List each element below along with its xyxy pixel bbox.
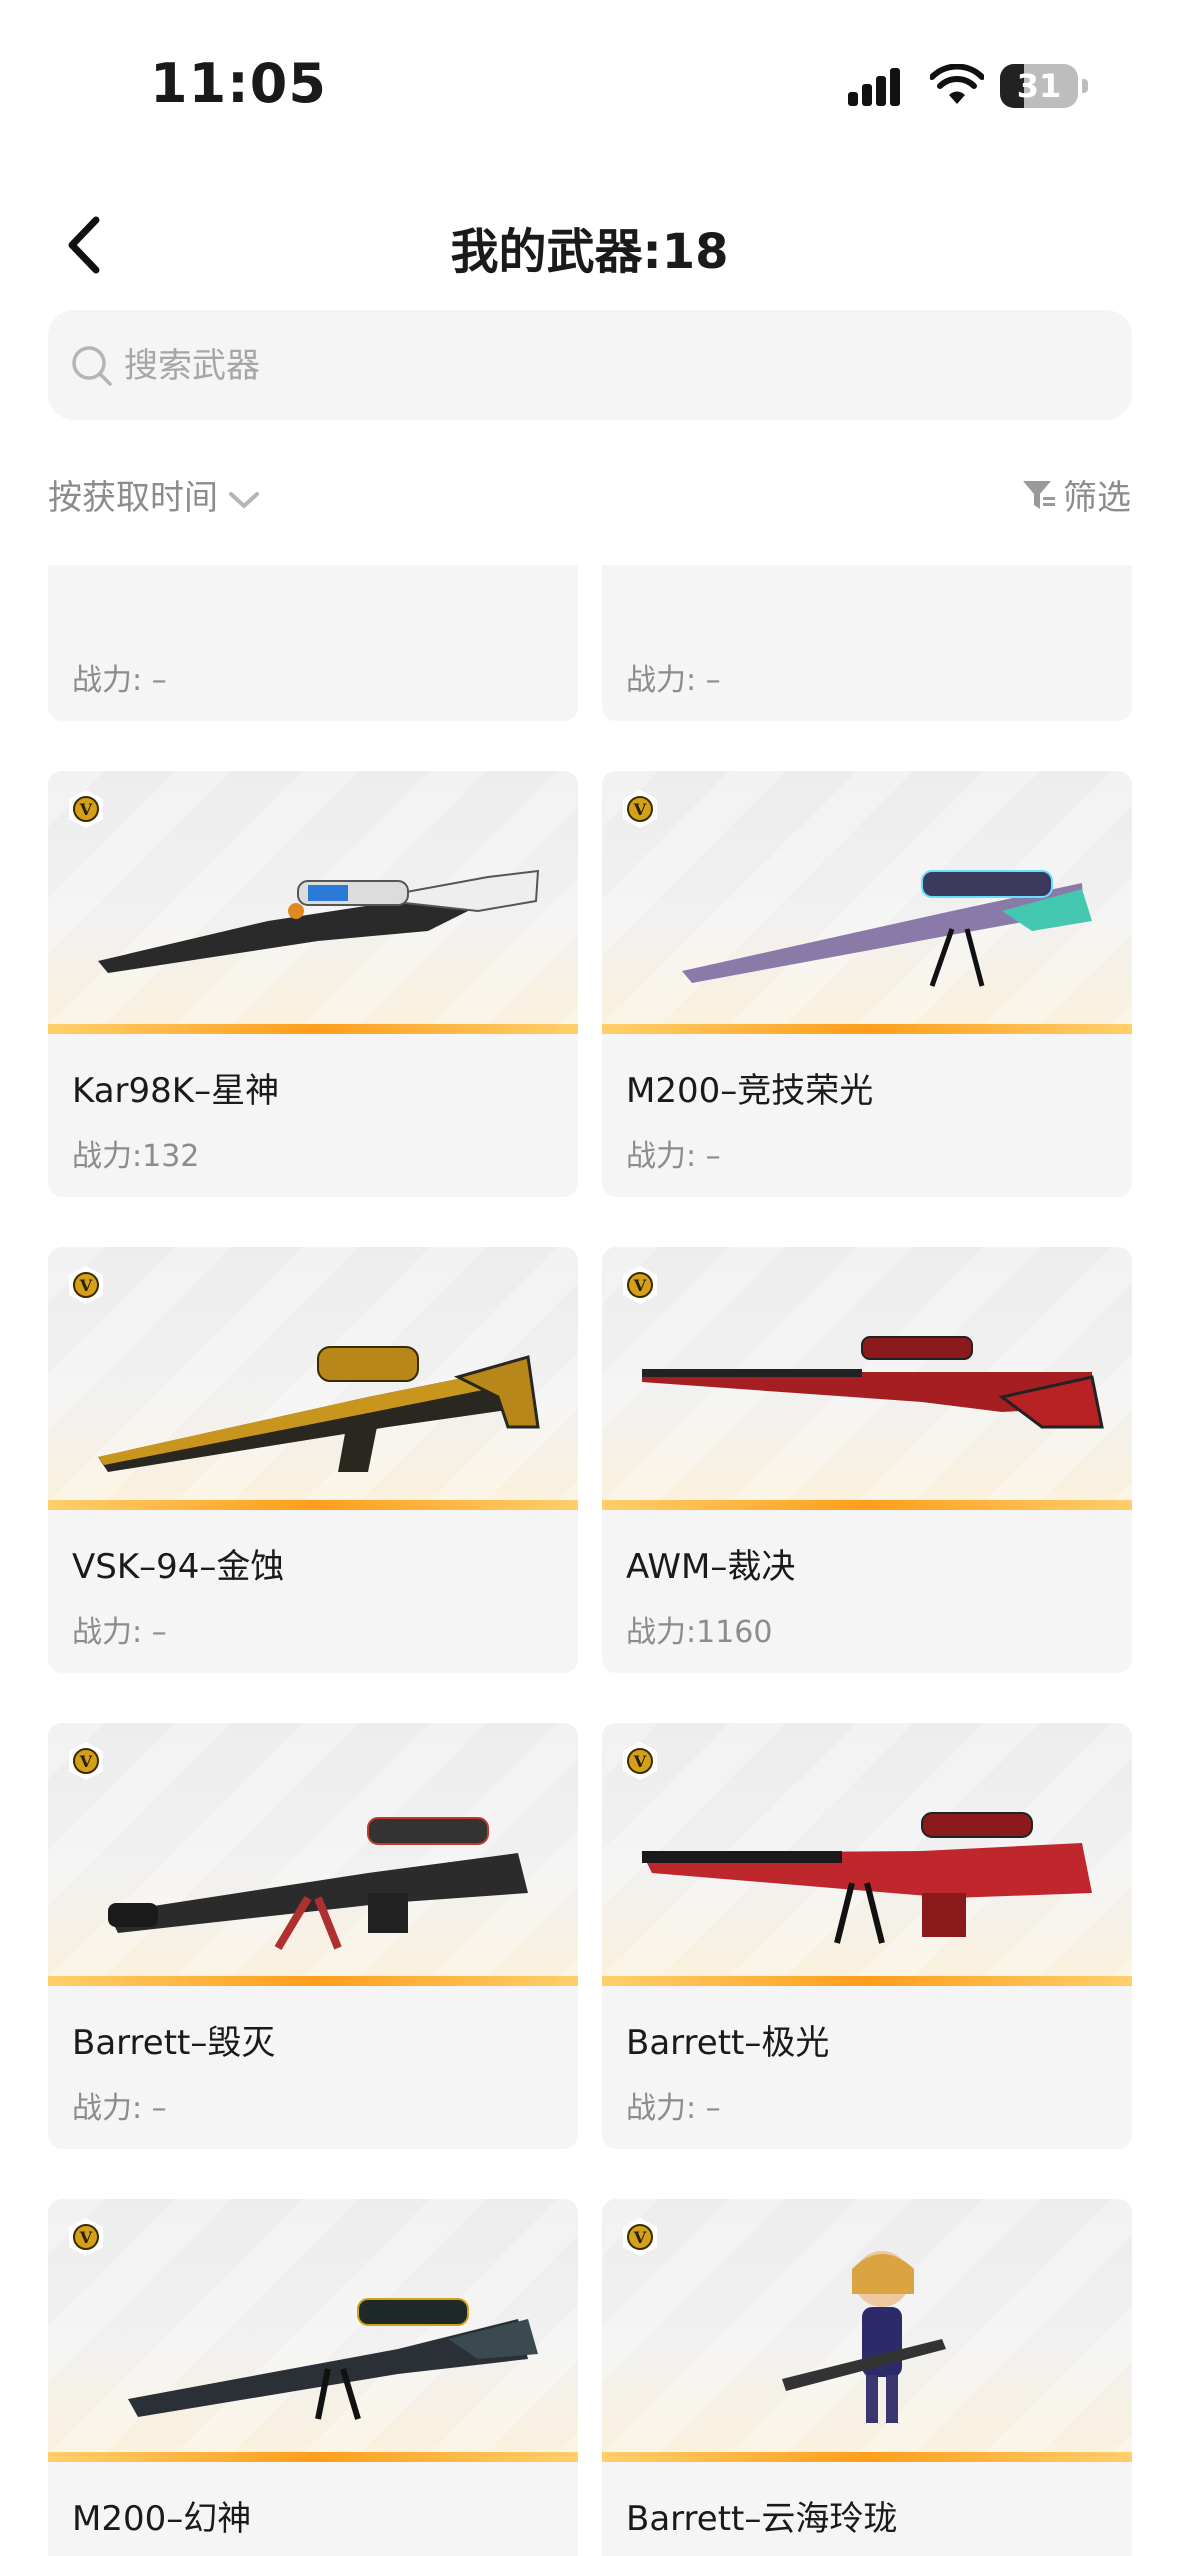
weapon-card[interactable]: V Barrett–毁灭 战力: –	[48, 1723, 578, 2149]
weapon-name: VSK–94–金蚀	[72, 1547, 285, 1587]
cellular-signal-icon	[848, 68, 900, 106]
awm-rifle-icon	[642, 1336, 1104, 1429]
weapon-card[interactable]: V 战力: –	[48, 565, 578, 721]
weapon-power: 战力: –	[72, 1615, 167, 1650]
rarity-bar	[48, 1976, 578, 1986]
status-time: 11:05	[150, 52, 327, 115]
rarity-bar	[48, 1024, 578, 1034]
filter-icon	[1023, 481, 1055, 509]
weapon-card[interactable]: V Barrett–极光 战力: –	[602, 1723, 1132, 2149]
rarity-bar	[602, 1976, 1132, 1986]
weapon-image: V	[602, 771, 1132, 1034]
weapon-card[interactable]: V M200–幻神 战力:34	[48, 2199, 578, 2556]
weapon-card[interactable]: V Kar98K–星神 战力:132	[48, 771, 578, 1197]
weapon-power: 战力: –	[626, 1139, 721, 1174]
weapon-power: 战力: –	[626, 663, 721, 698]
weapon-card[interactable]: V M200–竞技荣光 战力: –	[602, 771, 1132, 1197]
weapon-image: V	[48, 1723, 578, 1986]
weapon-image: V	[48, 2199, 578, 2462]
weapon-card[interactable]: V VSK–94–金蚀 战力: –	[48, 1247, 578, 1673]
m200-rifle-icon	[682, 870, 1092, 987]
weapon-image: V	[48, 771, 578, 1034]
rarity-bar	[48, 1500, 578, 1510]
status-bar: 11:05 31	[0, 0, 1179, 150]
rarity-bar	[602, 1500, 1132, 1510]
weapon-image: V	[48, 1247, 578, 1510]
weapon-power: 战力: –	[626, 2091, 721, 2126]
m200-dark-rifle-icon	[128, 2298, 538, 2420]
weapon-image: V	[602, 1723, 1132, 1986]
page-title: 我的武器:18	[450, 224, 729, 280]
chevron-down-icon	[229, 491, 259, 508]
search-input[interactable]	[122, 310, 1106, 422]
weapon-power: 战力:1160	[626, 1615, 773, 1650]
character-with-rifle-icon	[782, 2251, 946, 2423]
weapon-name: AWM–裁决	[626, 1547, 796, 1587]
filter-button[interactable]: 筛选	[1021, 470, 1131, 519]
battery-icon: 31	[1000, 64, 1090, 108]
barrett-rifle-icon	[108, 1817, 528, 1951]
weapon-card[interactable]: V AWM–裁决 战力:1160	[602, 1247, 1132, 1673]
weapon-card[interactable]: V 战力: –	[602, 565, 1132, 721]
sort-dropdown[interactable]: 按获取时间	[48, 470, 262, 519]
sort-label: 按获取时间	[48, 478, 218, 518]
rarity-bar	[48, 2452, 578, 2462]
weapon-power: 战力: –	[72, 2091, 167, 2126]
weapon-name: Barrett–极光	[626, 2023, 830, 2063]
wifi-icon	[930, 64, 984, 104]
barrett-red-rifle-icon	[642, 1812, 1092, 1944]
search-icon	[72, 346, 112, 386]
weapon-power: 战力: –	[72, 663, 167, 698]
kar98k-rifle-icon	[98, 869, 540, 973]
rarity-bar	[602, 2452, 1132, 2462]
weapon-name: M200–竞技荣光	[626, 1071, 874, 1111]
weapon-card[interactable]: V Barrett–云海玲珑 战力: –	[602, 2199, 1132, 2556]
battery-percentage: 31	[1016, 67, 1062, 105]
weapon-image: V	[602, 1247, 1132, 1510]
weapon-name: Barrett–云海玲珑	[626, 2499, 898, 2539]
search-bar[interactable]	[48, 310, 1132, 422]
weapon-image: V	[602, 2199, 1132, 2462]
weapon-name: M200–幻神	[72, 2499, 252, 2539]
filter-label: 筛选	[1063, 478, 1131, 518]
weapon-power: 战力:132	[72, 1139, 200, 1174]
weapon-name: Kar98K–星神	[72, 1071, 280, 1111]
weapon-name: Barrett–毁灭	[72, 2023, 276, 2063]
rarity-bar	[602, 1024, 1132, 1034]
weapon-grid[interactable]: V 战力: – V 战力: – V	[48, 565, 1132, 2556]
vsk94-rifle-icon	[98, 1346, 540, 1472]
